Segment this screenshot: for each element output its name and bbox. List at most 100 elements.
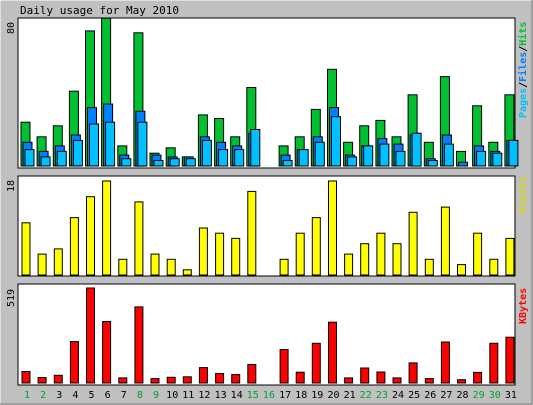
visits-bar (150, 253, 160, 276)
kbytes-bar (215, 373, 225, 384)
kbytes-bar (37, 377, 47, 384)
kbytes-bar (328, 321, 337, 384)
visits-bar (489, 258, 499, 276)
visits-bar (215, 232, 225, 276)
visits-bar (311, 217, 321, 276)
day-label: 23 (376, 390, 388, 401)
day-label: 15 (247, 390, 259, 401)
kbytes-bar (247, 364, 257, 384)
day-label: 25 (408, 390, 420, 401)
pages-bar (298, 149, 309, 167)
pages-bar (250, 129, 261, 167)
kbytes-bar (505, 336, 515, 384)
visits-bar (118, 258, 128, 276)
pages-bar (201, 139, 212, 167)
pages-bar (282, 160, 293, 167)
kbytes-bar (134, 306, 144, 384)
day-label: 14 (231, 390, 243, 401)
kbytes-ymax-label: 519 (6, 289, 17, 307)
pages-bar (40, 156, 51, 167)
visits-bar (457, 264, 466, 276)
visits-bar (182, 269, 192, 276)
pages-bar (137, 121, 148, 167)
kbytes-legend: KBytes (518, 288, 529, 324)
day-label: 17 (279, 390, 291, 401)
kbytes-bar (311, 342, 321, 384)
chart-title: Daily usage for May 2010 (20, 4, 179, 17)
day-label: 30 (489, 390, 501, 401)
day-label: 20 (327, 390, 339, 401)
kbytes-bar (408, 362, 418, 384)
day-label: 8 (137, 390, 143, 401)
kbytes-bar (457, 379, 466, 384)
day-label: 3 (56, 390, 62, 401)
day-label: 12 (198, 390, 210, 401)
visits-bar (279, 258, 289, 276)
pages-bar (395, 150, 406, 167)
visits-bar (134, 201, 144, 276)
visits-bar (69, 217, 79, 276)
day-label: 1 (24, 390, 30, 401)
day-label: 19 (311, 390, 323, 401)
day-label: 6 (105, 390, 111, 401)
visits-bar (86, 196, 95, 276)
day-label: 31 (505, 390, 517, 401)
day-label: 16 (263, 390, 275, 401)
kbytes-bar (376, 371, 386, 384)
kbytes-bar (102, 321, 112, 384)
day-label: 27 (440, 390, 452, 401)
pages-bar (56, 150, 67, 167)
visits-ymax-label: 18 (6, 180, 17, 192)
day-label: 28 (456, 390, 468, 401)
pages-bar (121, 158, 132, 167)
hits-ymax-label: 80 (6, 22, 17, 34)
pages-bar (347, 156, 358, 167)
kbytes-bar (150, 378, 160, 384)
kbytes-bar (424, 378, 434, 384)
day-label: 4 (72, 390, 78, 401)
pages-bar (443, 143, 454, 167)
day-label: 18 (295, 390, 307, 401)
pages-bar (72, 139, 83, 167)
visits-bar (473, 232, 483, 276)
visits-bar (328, 180, 337, 276)
kbytes-bar (279, 349, 289, 384)
pages-bar (24, 149, 35, 167)
kbytes-bar (360, 367, 370, 384)
kbytes-bar (182, 376, 192, 384)
kbytes-bar (295, 371, 305, 384)
pages-bar (185, 158, 196, 167)
visits-bar (505, 237, 515, 276)
day-label: 26 (424, 390, 436, 401)
visits-bar (424, 258, 434, 276)
day-label: 22 (360, 390, 372, 401)
pages-bar (411, 132, 422, 167)
pages-bar (218, 149, 229, 167)
legend-hits: Hits (517, 22, 529, 46)
day-label: 10 (166, 390, 178, 401)
visits-bar (21, 222, 31, 276)
pages-bar (105, 121, 116, 167)
day-label: 11 (182, 390, 194, 401)
pages-bar (234, 149, 245, 167)
legend-files: Files (517, 52, 529, 82)
kbytes-bar (440, 341, 450, 384)
visits-bar (360, 243, 370, 276)
day-label: 5 (88, 390, 94, 401)
visits-bar (376, 232, 386, 276)
kbytes-bar (69, 341, 79, 384)
pages-bar (379, 143, 390, 167)
pages-bar (331, 116, 341, 167)
pages-bar (153, 160, 164, 167)
pages-bar (314, 141, 325, 167)
kbytes-bar (166, 376, 176, 384)
kbytes-bar (344, 377, 354, 384)
usage-chart: Daily usage for May 2010 80 18 519 Pages… (0, 0, 533, 405)
visits-bar (295, 232, 305, 276)
kbytes-bar (21, 371, 31, 384)
pages-bar (427, 160, 438, 167)
pages-bar (476, 150, 487, 167)
visits-bar (166, 258, 176, 276)
kbytes-bar (53, 374, 63, 384)
visits-bar (53, 248, 63, 276)
